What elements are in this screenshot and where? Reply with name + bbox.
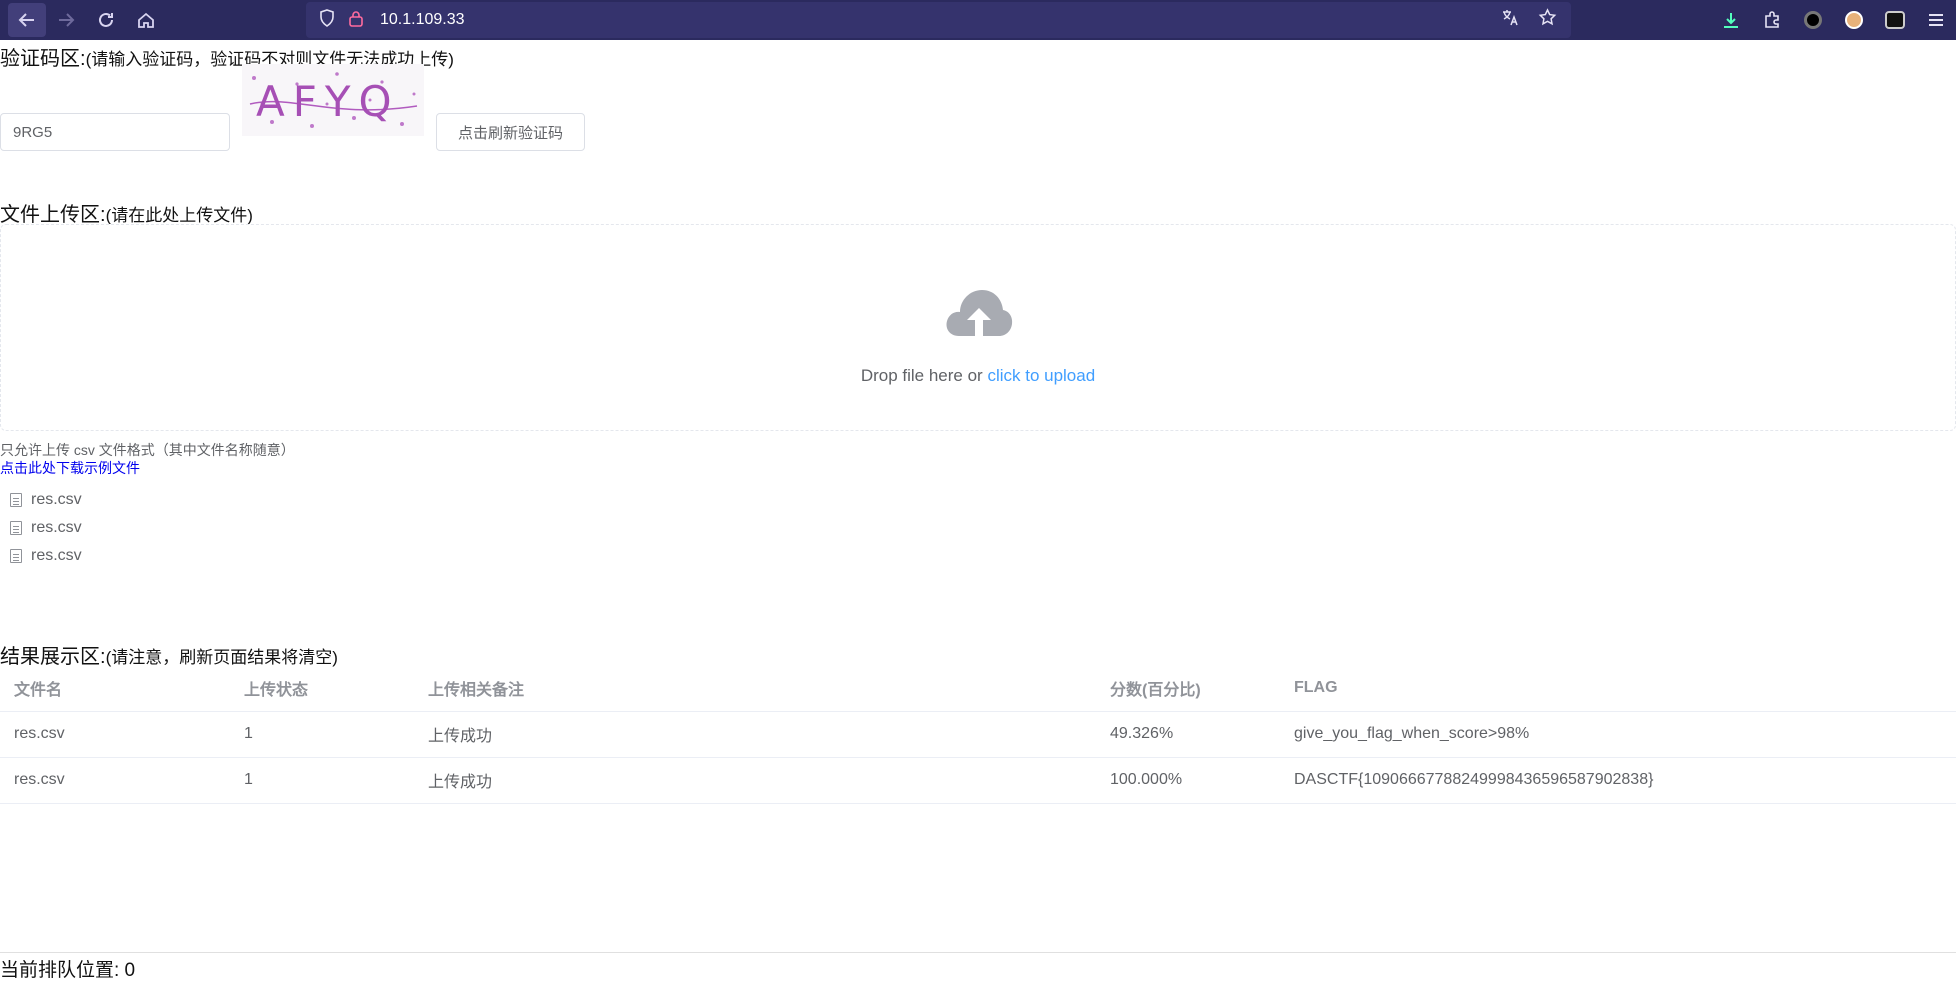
table-header-row: 文件名 上传状态 上传相关备注 分数(百分比) FLAG	[0, 665, 1956, 712]
column-header-remark: 上传相关备注	[414, 665, 1096, 712]
results-table: 文件名 上传状态 上传相关备注 分数(百分比) FLAG res.csv 1 上…	[0, 665, 1956, 804]
upload-tip: 只允许上传 csv 文件格式（其中文件名称随意）	[0, 442, 295, 458]
cell-filename: res.csv	[0, 757, 230, 804]
cell-remark: 上传成功	[414, 757, 1096, 804]
dark-circle-icon	[1803, 11, 1822, 29]
extension-glasses-button[interactable]	[1874, 0, 1915, 40]
glasses-icon	[1884, 11, 1905, 29]
file-list-item[interactable]: res.csv	[10, 486, 82, 514]
menu-button[interactable]	[1915, 0, 1956, 40]
lock-icon[interactable]	[346, 10, 366, 31]
document-icon	[10, 493, 22, 507]
back-button[interactable]	[8, 3, 46, 37]
upload-title: 文件上传区:	[0, 204, 106, 226]
download-sample-link[interactable]: 点击此处下载示例文件	[0, 458, 140, 478]
extension-dark-button[interactable]	[1792, 0, 1833, 40]
file-list-item[interactable]: res.csv	[10, 542, 82, 570]
refresh-captcha-button[interactable]: 点击刷新验证码	[436, 113, 585, 151]
cell-filename: res.csv	[0, 711, 230, 758]
puzzle-icon	[1764, 11, 1779, 28]
reload-icon	[99, 12, 113, 27]
table-row: res.csv 1 上传成功 100.000% DASCTF{109066677…	[0, 757, 1956, 804]
back-arrow-icon	[18, 13, 34, 27]
table-row: res.csv 1 上传成功 49.326% give_you_flag_whe…	[0, 711, 1956, 758]
browser-toolbar: 10.1.109.33	[0, 0, 1956, 40]
document-icon	[10, 521, 22, 535]
forward-button[interactable]	[46, 0, 86, 40]
file-name: res.csv	[31, 547, 82, 564]
footer-divider	[0, 952, 1956, 953]
uploaded-file-list: res.csv res.csv res.csv	[10, 486, 82, 570]
cell-status: 1	[230, 711, 414, 758]
bookmark-star-icon[interactable]	[1538, 8, 1557, 32]
column-header-filename: 文件名	[0, 665, 230, 712]
home-icon	[138, 12, 154, 28]
url-text[interactable]: 10.1.109.33	[380, 11, 465, 29]
column-header-score: 分数(百分比)	[1096, 665, 1280, 712]
captcha-text: AFYQ	[256, 77, 400, 126]
upload-section-title: 文件上传区:(请在此处上传文件)	[0, 198, 253, 227]
queue-position: 当前排队位置: 0	[0, 960, 136, 981]
forward-arrow-icon	[59, 13, 75, 27]
shield-icon[interactable]	[316, 9, 338, 31]
hamburger-menu-icon	[1928, 14, 1943, 26]
captcha-title: 验证码区:	[0, 48, 86, 70]
file-name: res.csv	[31, 491, 82, 508]
extensions-button[interactable]	[1751, 0, 1792, 40]
column-header-status: 上传状态	[230, 665, 414, 712]
document-icon	[10, 549, 22, 563]
reload-button[interactable]	[86, 0, 126, 40]
download-icon	[1723, 13, 1738, 28]
file-list-item[interactable]: res.csv	[10, 514, 82, 542]
cell-flag: DASCTF{10906667788249998436596587902838}	[1280, 757, 1956, 804]
column-header-flag: FLAG	[1280, 665, 1956, 712]
drop-instruction: Drop file here or	[860, 366, 988, 385]
extension-avatar-button[interactable]	[1833, 0, 1874, 40]
address-bar[interactable]: 10.1.109.33	[306, 2, 1571, 38]
translate-icon[interactable]	[1501, 8, 1520, 32]
downloads-button[interactable]	[1710, 0, 1751, 40]
file-name: res.csv	[31, 519, 82, 536]
home-button[interactable]	[126, 0, 166, 40]
cell-score: 49.326%	[1096, 711, 1280, 758]
cell-remark: 上传成功	[414, 711, 1096, 758]
upload-hint: (请在此处上传文件)	[105, 206, 253, 225]
cloud-upload-icon[interactable]	[945, 284, 1013, 338]
captcha-input[interactable]: 9RG5	[0, 113, 230, 151]
cell-flag: give_you_flag_when_score>98%	[1280, 711, 1956, 758]
captcha-image[interactable]: AFYQ	[242, 64, 424, 136]
cell-score: 100.000%	[1096, 757, 1280, 804]
cell-status: 1	[230, 757, 414, 804]
avatar-icon	[1844, 11, 1863, 29]
click-to-upload-link[interactable]: click to upload	[987, 366, 1095, 385]
drop-text: Drop file here or click to upload	[0, 366, 1956, 386]
